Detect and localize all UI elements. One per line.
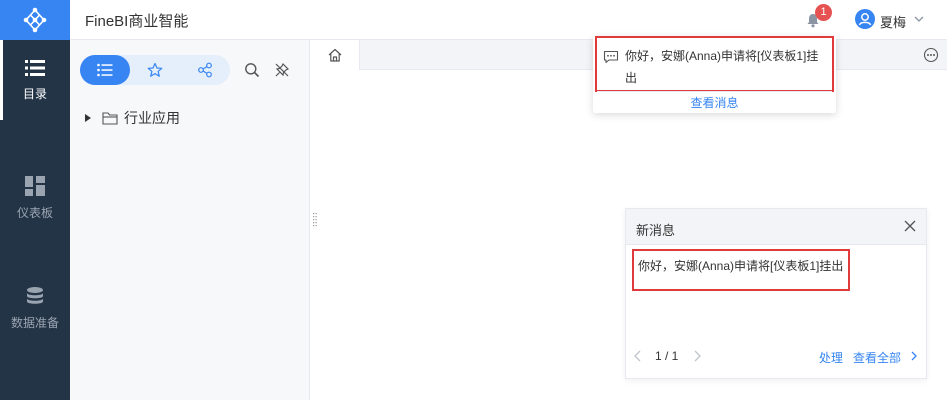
message-text: 你好，安娜(Anna)申请将[仪表板1]挂出 [638,259,844,273]
tree-item-label: 行业应用 [124,110,180,126]
message-card-footer: 1 / 1 处理 查看全部 [626,347,926,367]
chevron-right-icon[interactable] [910,350,918,362]
panel-resize-handle[interactable] [313,213,317,227]
pager-status: 1 / 1 [655,349,679,363]
list-view-icon [97,63,113,77]
list-view-button[interactable] [80,55,130,85]
app-logo[interactable] [0,0,70,40]
nav-item-data-prep[interactable]: 数据准备 [0,268,70,348]
pin-button[interactable] [273,61,291,79]
new-message-card: 新消息 你好，安娜(Anna)申请将[仪表板1]挂出 1 / 1 处理 查看全部 [625,208,927,379]
catalog-panel: 行业应用 [70,40,310,400]
chevron-left-icon[interactable] [633,350,643,362]
left-nav: 目录 仪表板 数据准备 [0,40,70,400]
share-icon [198,62,212,78]
notification-item[interactable]: 你好，安娜(Anna)申请将[仪表板1]挂出 [595,36,834,92]
folder-icon [102,112,118,125]
message-icon [603,50,619,64]
unpin-icon [275,62,290,77]
nav-item-catalog[interactable]: 目录 [0,40,70,120]
database-icon [27,286,43,304]
avatar[interactable] [855,9,875,29]
tab-home[interactable] [310,40,360,70]
top-bar: FineBI商业智能 1 夏梅 [0,0,947,40]
tree-item-industry[interactable]: 行业应用 [84,108,180,128]
message-card-title: 新消息 [636,223,676,238]
message-card-header: 新消息 [626,209,926,245]
star-icon [147,62,163,77]
nav-item-label: 目录 [22,86,47,101]
view-messages-link[interactable]: 查看消息 [593,94,836,111]
logo-icon [23,7,47,33]
nav-item-dashboard[interactable]: 仪表板 [0,158,70,238]
nav-item-label: 数据准备 [10,315,59,330]
search-button[interactable] [243,61,261,79]
notification-message: 你好，安娜(Anna)申请将[仪表板1]挂出 [625,49,819,85]
handle-button[interactable]: 处理 [819,349,843,366]
app-root: FineBI商业智能 1 夏梅 目录 仪表板 数据准备 行业应用 你好，安娜(A… [0,0,947,400]
catalog-view-switcher [80,55,230,85]
list-icon [25,59,45,76]
user-icon [858,13,872,26]
close-icon[interactable] [904,220,916,232]
dashboard-icon [25,175,45,196]
more-options-icon[interactable] [923,47,939,63]
home-icon [328,48,341,62]
chevron-right-icon[interactable] [692,350,702,362]
share-button[interactable] [180,55,230,85]
notification-badge: 1 [815,4,832,21]
chevron-down-icon[interactable] [913,13,925,25]
nav-item-label: 仪表板 [16,205,53,220]
favorites-button[interactable] [130,55,180,85]
view-all-link[interactable]: 查看全部 [853,349,901,366]
user-name[interactable]: 夏梅 [880,12,906,31]
divider [597,91,832,92]
app-title: FineBI商业智能 [85,13,189,30]
notification-dropdown: 你好，安娜(Anna)申请将[仪表板1]挂出 查看消息 [593,36,836,113]
search-icon [245,63,260,78]
caret-right-icon[interactable] [84,113,92,123]
message-content[interactable]: 你好，安娜(Anna)申请将[仪表板1]挂出 [632,249,850,291]
